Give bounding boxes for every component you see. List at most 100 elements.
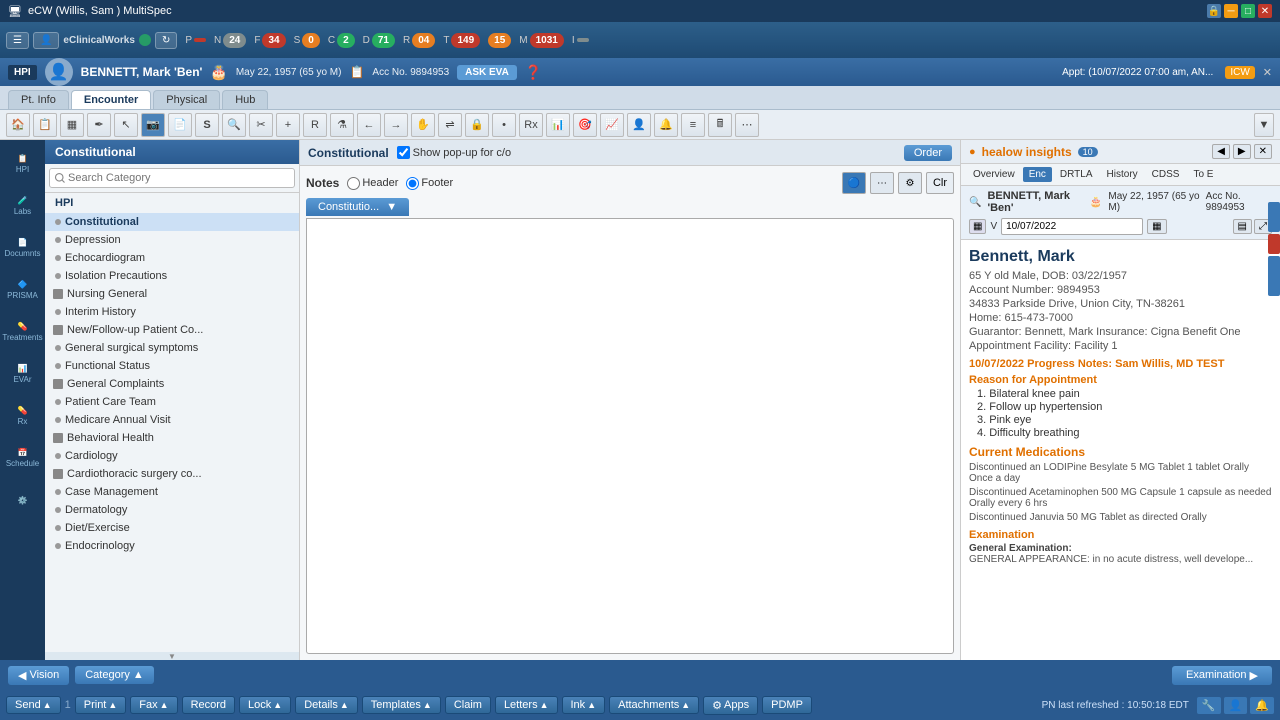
vision-button[interactable]: ◀ Vision [8, 666, 69, 685]
print-button[interactable]: Print ▲ [75, 696, 127, 714]
cat-item-isolation[interactable]: Isolation Precautions [45, 267, 299, 285]
templates-button[interactable]: Templates ▲ [362, 696, 441, 714]
cat-item-complaints[interactable]: General Complaints [45, 375, 299, 393]
sidebar-item-evar[interactable]: 📊 EVAr [3, 354, 43, 394]
details-button[interactable]: Details ▲ [295, 696, 358, 714]
healow-date-input[interactable] [1001, 218, 1143, 235]
tool-rx-btn[interactable]: Rx [519, 113, 543, 137]
healow-tab-cdss[interactable]: CDSS [1146, 167, 1186, 182]
sidebar-item-documents[interactable]: 📄 Documnts [3, 228, 43, 268]
tool-bell-btn[interactable]: 🔔 [654, 113, 678, 137]
lock-footer-button[interactable]: Lock ▲ [239, 696, 291, 714]
sidebar-item-rx[interactable]: 💊 Rx [3, 396, 43, 436]
footer-icon-2[interactable]: 👤 [1224, 697, 1248, 714]
healow-close-btn[interactable]: ✕ [1254, 144, 1272, 159]
healow-tab-enc[interactable]: Enc [1023, 167, 1052, 182]
user-icon-btn[interactable]: 👤 [33, 32, 59, 49]
tool-transfer-btn[interactable]: ⇌ [438, 113, 462, 137]
sidebar-item-settings[interactable]: ⚙️ [3, 480, 43, 520]
menu-button[interactable]: ☰ [6, 32, 29, 49]
header-radio-label[interactable]: Header [347, 177, 398, 190]
pdmp-button[interactable]: PDMP [762, 696, 812, 714]
footer-radio-label[interactable]: Footer [406, 177, 453, 190]
search-input[interactable] [49, 168, 295, 188]
tool-hand-btn[interactable]: ✋ [411, 113, 435, 137]
healow-tab-to-e[interactable]: To E [1187, 167, 1219, 182]
help-icon[interactable]: ❓ [525, 64, 542, 81]
healow-grid-btn[interactable]: ▦ [969, 219, 986, 234]
ink-button[interactable]: Ink ▲ [562, 696, 606, 714]
tool-target-btn[interactable]: 🎯 [573, 113, 597, 137]
close-patient-icon[interactable]: ✕ [1263, 66, 1272, 79]
sidebar-item-schedule[interactable]: 📅 Schedule [3, 438, 43, 478]
cat-item-patient-care[interactable]: Patient Care Team [45, 393, 299, 411]
tool-camera-btn[interactable]: 📷 [141, 113, 165, 137]
healow-next-btn[interactable]: ▶ [1233, 144, 1251, 159]
tool-s-btn[interactable]: S [195, 113, 219, 137]
healow-prev-btn[interactable]: ◀ [1212, 144, 1230, 159]
icw-badge[interactable]: ICW [1225, 66, 1254, 79]
tool-dot-btn[interactable]: • [492, 113, 516, 137]
fax-button[interactable]: Fax ▲ [130, 696, 177, 714]
cat-item-surgical-symptoms[interactable]: General surgical symptoms [45, 339, 299, 357]
close-button[interactable]: ✕ [1258, 4, 1272, 18]
tool-dropdown-btn[interactable]: ▼ [1254, 113, 1274, 137]
attachments-button[interactable]: Attachments ▲ [609, 696, 699, 714]
tool-person-btn[interactable]: 👤 [627, 113, 651, 137]
tab-hub[interactable]: Hub [222, 90, 268, 109]
cat-item-followup[interactable]: New/Follow-up Patient Co... [45, 321, 299, 339]
tab-physical[interactable]: Physical [153, 90, 220, 109]
category-button[interactable]: Category ▲ [75, 666, 154, 684]
tool-more-btn[interactable]: ⋯ [735, 113, 759, 137]
healow-tab-drtla[interactable]: DRTLA [1054, 167, 1099, 182]
cat-item-dermatology[interactable]: Dermatology [45, 501, 299, 519]
footer-radio[interactable] [406, 177, 419, 190]
footer-bell-icon[interactable]: 🔔 [1250, 697, 1274, 714]
sidebar-item-prisma[interactable]: 🔷 PRISMA [3, 270, 43, 310]
notes-settings-btn[interactable]: ⚙ [898, 172, 922, 194]
header-radio[interactable] [347, 177, 360, 190]
record-button[interactable]: Record [182, 696, 235, 714]
healow-tab-overview[interactable]: Overview [967, 167, 1021, 182]
tool-search-btn[interactable]: 🔍 [222, 113, 246, 137]
tool-copy-btn[interactable]: 📋 [33, 113, 57, 137]
healow-search-icon[interactable]: 🔍 [969, 197, 981, 208]
healow-list-view-btn[interactable]: ▤ [1233, 219, 1252, 234]
notes-dots-btn[interactable]: ⋯ [870, 172, 894, 194]
claim-button[interactable]: Claim [445, 696, 491, 714]
tool-scissors-btn[interactable]: ✂ [249, 113, 273, 137]
healow-tab-history[interactable]: History [1101, 167, 1144, 182]
cat-item-nursing[interactable]: Nursing General [45, 285, 299, 303]
healow-date-grid-btn[interactable]: ▦ [1147, 219, 1166, 234]
tool-graph-btn[interactable]: 📈 [600, 113, 624, 137]
cat-item-case-management[interactable]: Case Management [45, 483, 299, 501]
tool-home-btn[interactable]: 🏠 [6, 113, 30, 137]
tool-grid-btn[interactable]: ▦ [60, 113, 84, 137]
tool-filter-btn[interactable]: ⚗ [330, 113, 354, 137]
lock-button[interactable]: 🔒 [1207, 4, 1221, 18]
tool-cursor-btn[interactable]: ↖ [114, 113, 138, 137]
tool-doc-btn[interactable]: 📄 [168, 113, 192, 137]
tool-pen-btn[interactable]: ✒ [87, 113, 111, 137]
tool-chart-btn[interactable]: 📊 [546, 113, 570, 137]
maximize-button[interactable]: □ [1241, 4, 1255, 18]
sidebar-item-hpi[interactable]: 📋 HPI [3, 144, 43, 184]
tool-lock-btn[interactable]: 🔒 [465, 113, 489, 137]
cat-item-cardiology[interactable]: Cardiology [45, 447, 299, 465]
tool-arrow-btn[interactable]: ← [357, 113, 381, 137]
cat-item-echocardiogram[interactable]: Echocardiogram [45, 249, 299, 267]
tab-pt-info[interactable]: Pt. Info [8, 90, 69, 109]
template-tab[interactable]: Constitutio... ▼ [306, 198, 409, 216]
order-button[interactable]: Order [904, 145, 952, 161]
cat-item-endocrinology[interactable]: Endocrinology [45, 537, 299, 555]
send-button[interactable]: Send ▲ [6, 696, 61, 714]
clr-button[interactable]: Clr [926, 172, 954, 194]
tool-r-btn[interactable]: R [303, 113, 327, 137]
notes-blue-btn[interactable]: 🔵 [842, 172, 866, 194]
scroll-down-indicator[interactable]: ▼ [45, 652, 299, 660]
letters-button[interactable]: Letters ▲ [495, 696, 558, 714]
cat-item-depression[interactable]: Depression [45, 231, 299, 249]
tab-encounter[interactable]: Encounter [71, 90, 151, 109]
cat-item-interim[interactable]: Interim History [45, 303, 299, 321]
sidebar-item-labs[interactable]: 🧪 Labs [3, 186, 43, 226]
